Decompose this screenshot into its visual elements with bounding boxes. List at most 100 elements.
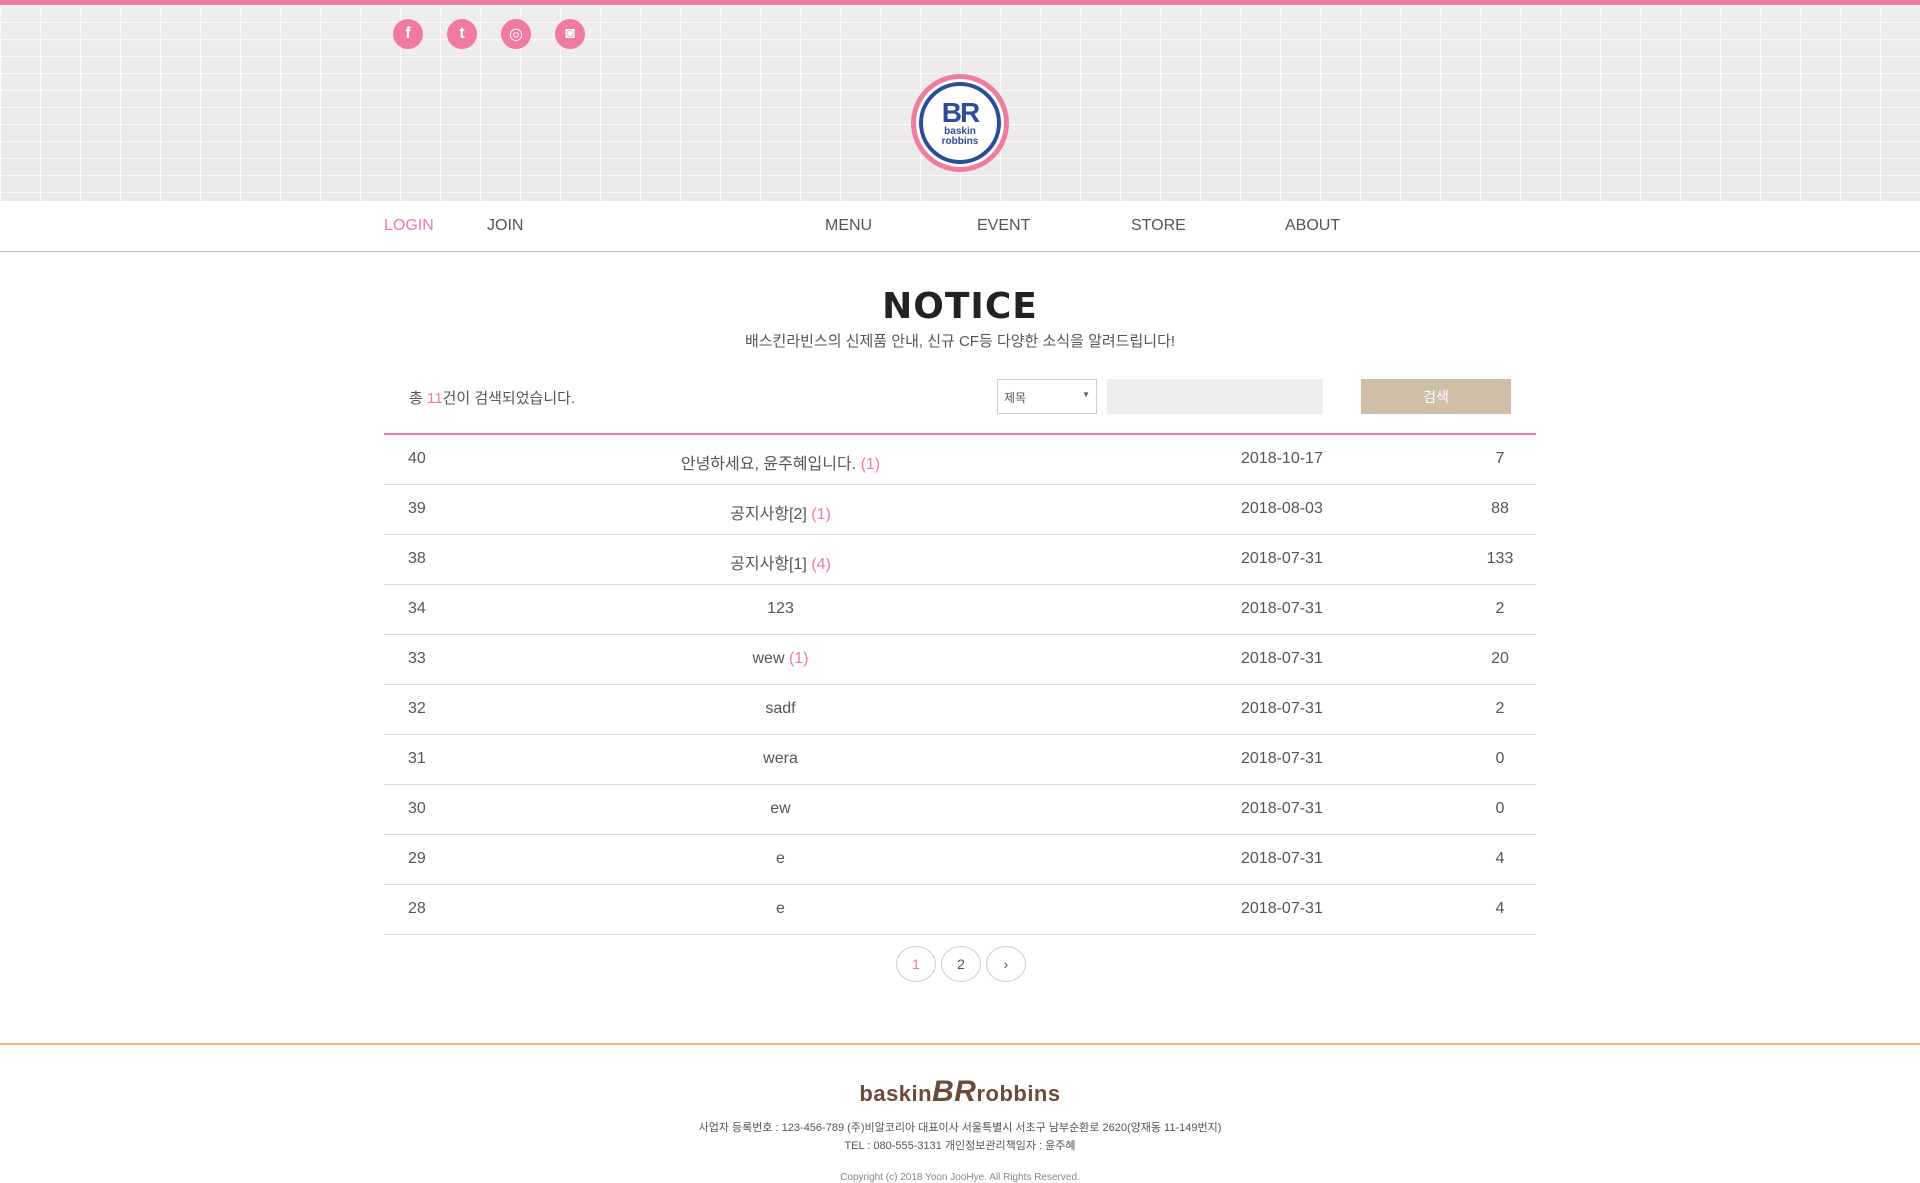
row-comment-count: (1) — [788, 650, 809, 667]
table-row[interactable]: 34 123 2018-07-31 2 — [384, 585, 1536, 635]
footer-logo-right: robbins — [976, 1081, 1061, 1106]
row-number: 28 — [408, 900, 426, 917]
pagination: 1 2 › — [896, 946, 1026, 982]
twitter-icon[interactable]: t — [447, 19, 477, 49]
row-number: 40 — [408, 450, 426, 467]
nav-event[interactable]: EVENT — [977, 217, 1030, 235]
table-row[interactable]: 38 공지사항[1] (4) 2018-07-31 133 — [384, 535, 1536, 585]
table-row[interactable]: 29 e 2018-07-31 4 — [384, 835, 1536, 885]
row-title-link[interactable]: 공지사항[1] (4) — [634, 550, 927, 574]
row-title[interactable]: e — [776, 900, 785, 917]
row-title[interactable]: 안녕하세요, 윤주혜입니다. — [681, 456, 856, 473]
row-number: 33 — [408, 650, 426, 667]
row-date: 2018-07-31 — [1241, 900, 1323, 917]
page-2-button[interactable]: 2 — [941, 946, 981, 982]
footer-business-info: 사업자 등록번호 : 123-456-789 (주)비알코리아 대표이사 서울특… — [698, 1122, 1222, 1134]
row-title-link[interactable]: 공지사항[2] (1) — [634, 500, 927, 524]
row-title[interactable]: sadf — [765, 700, 795, 717]
row-comment-count: (1) — [811, 506, 831, 523]
table-row[interactable]: 31 wera 2018-07-31 0 — [384, 735, 1536, 785]
row-date: 2018-07-31 — [1241, 650, 1323, 667]
nav-about[interactable]: ABOUT — [1285, 217, 1340, 235]
facebook-icon[interactable]: f — [393, 19, 423, 49]
row-title-link[interactable]: 123 — [634, 600, 927, 618]
page-1-button[interactable]: 1 — [896, 946, 936, 982]
row-title-link[interactable]: 안녕하세요, 윤주혜입니다. (1) — [634, 450, 927, 474]
site-header: f t ◎ ◙ BR baskin robbins — [0, 0, 1920, 201]
row-views: 88 — [1491, 500, 1509, 517]
nav-join[interactable]: JOIN — [487, 217, 523, 235]
social-links: f t ◎ ◙ — [393, 19, 585, 49]
row-number: 29 — [408, 850, 426, 867]
row-date: 2018-07-31 — [1241, 850, 1323, 867]
row-title[interactable]: wera — [763, 750, 798, 767]
logo-inner: BR baskin robbins — [919, 82, 1001, 164]
row-views: 2 — [1495, 700, 1505, 717]
row-title-link[interactable]: e — [634, 900, 927, 918]
row-number: 38 — [408, 550, 426, 567]
site-footer: baskinBRrobbins 사업자 등록번호 : 123-456-789 (… — [0, 1043, 1920, 1183]
row-views: 2 — [1495, 600, 1505, 617]
row-date: 2018-07-31 — [1241, 750, 1323, 767]
row-views: 7 — [1495, 450, 1505, 467]
logo-mark: BR — [941, 97, 980, 128]
main-nav: LOGIN JOIN MENU EVENT STORE ABOUT — [0, 201, 1920, 252]
row-views: 4 — [1495, 900, 1505, 917]
row-title[interactable]: ew — [770, 800, 790, 817]
row-comment-count: (4) — [811, 556, 831, 573]
row-title[interactable]: wew — [752, 650, 784, 667]
row-number: 39 — [408, 500, 426, 517]
row-views: 20 — [1491, 650, 1509, 667]
row-comment-count: (1) — [860, 456, 881, 473]
count-suffix: 건이 검색되었습니다. — [442, 390, 576, 407]
table-row[interactable]: 30 ew 2018-07-31 0 — [384, 785, 1536, 835]
baskin-robbins-logo[interactable]: BR baskin robbins — [911, 74, 1009, 172]
table-row[interactable]: 40 안녕하세요, 윤주혜입니다. (1) 2018-10-17 7 — [384, 435, 1536, 485]
row-views: 0 — [1495, 750, 1505, 767]
row-title[interactable]: 공지사항[1] — [730, 556, 807, 573]
next-page-icon[interactable]: › — [986, 946, 1026, 982]
row-views: 133 — [1486, 550, 1514, 567]
row-title-link[interactable]: wew (1) — [634, 650, 927, 668]
page-title: NOTICE — [882, 286, 1038, 327]
row-views: 0 — [1495, 800, 1505, 817]
nav-store[interactable]: STORE — [1131, 217, 1186, 235]
globe-icon[interactable]: ◎ — [501, 19, 531, 49]
row-title-link[interactable]: e — [634, 850, 927, 868]
logo-text-robbins: robbins — [941, 136, 979, 147]
row-title-link[interactable]: wera — [634, 750, 927, 768]
row-views: 4 — [1495, 850, 1505, 867]
row-title-link[interactable]: ew — [634, 800, 927, 818]
row-title[interactable]: e — [776, 850, 785, 867]
select-value: 제목 — [1004, 391, 1027, 405]
row-date: 2018-07-31 — [1241, 800, 1323, 817]
row-title-link[interactable]: sadf — [634, 700, 927, 718]
table-row[interactable]: 33 wew (1) 2018-07-31 20 — [384, 635, 1536, 685]
row-date: 2018-07-31 — [1241, 700, 1323, 717]
search-button[interactable]: 검색 — [1361, 379, 1511, 414]
row-date: 2018-08-03 — [1241, 500, 1323, 517]
search-field-select[interactable]: 제목 ▼ — [997, 379, 1097, 414]
row-title[interactable]: 123 — [767, 600, 794, 617]
page-subtitle: 배스킨라빈스의 신제품 안내, 신규 CF등 다양한 소식을 알려드립니다! — [744, 333, 1176, 350]
row-number: 34 — [408, 600, 426, 617]
row-title[interactable]: 공지사항[2] — [730, 506, 807, 523]
search-input[interactable] — [1107, 379, 1323, 414]
table-row[interactable]: 32 sadf 2018-07-31 2 — [384, 685, 1536, 735]
row-number: 31 — [408, 750, 426, 767]
table-row[interactable]: 39 공지사항[2] (1) 2018-08-03 88 — [384, 485, 1536, 535]
row-date: 2018-07-31 — [1241, 550, 1323, 567]
row-number: 30 — [408, 800, 426, 817]
footer-logo: baskinBRrobbins — [0, 1075, 1920, 1109]
dropdown-arrow-icon: ▼ — [1082, 390, 1090, 399]
row-number: 32 — [408, 700, 426, 717]
count-number: 11 — [426, 390, 443, 407]
footer-contact-info: TEL : 080-555-3131 개인정보관리책임자 : 윤주혜 — [844, 1140, 1076, 1152]
instagram-icon[interactable]: ◙ — [555, 19, 585, 49]
notice-table: 40 안녕하세요, 윤주혜입니다. (1) 2018-10-17 7 39 공지사항[2]… — [384, 433, 1536, 935]
footer-logo-left: baskin — [859, 1081, 933, 1106]
row-date: 2018-07-31 — [1241, 600, 1323, 617]
nav-login[interactable]: LOGIN — [384, 217, 434, 235]
nav-menu[interactable]: MENU — [825, 217, 872, 235]
table-row[interactable]: 28 e 2018-07-31 4 — [384, 885, 1536, 935]
